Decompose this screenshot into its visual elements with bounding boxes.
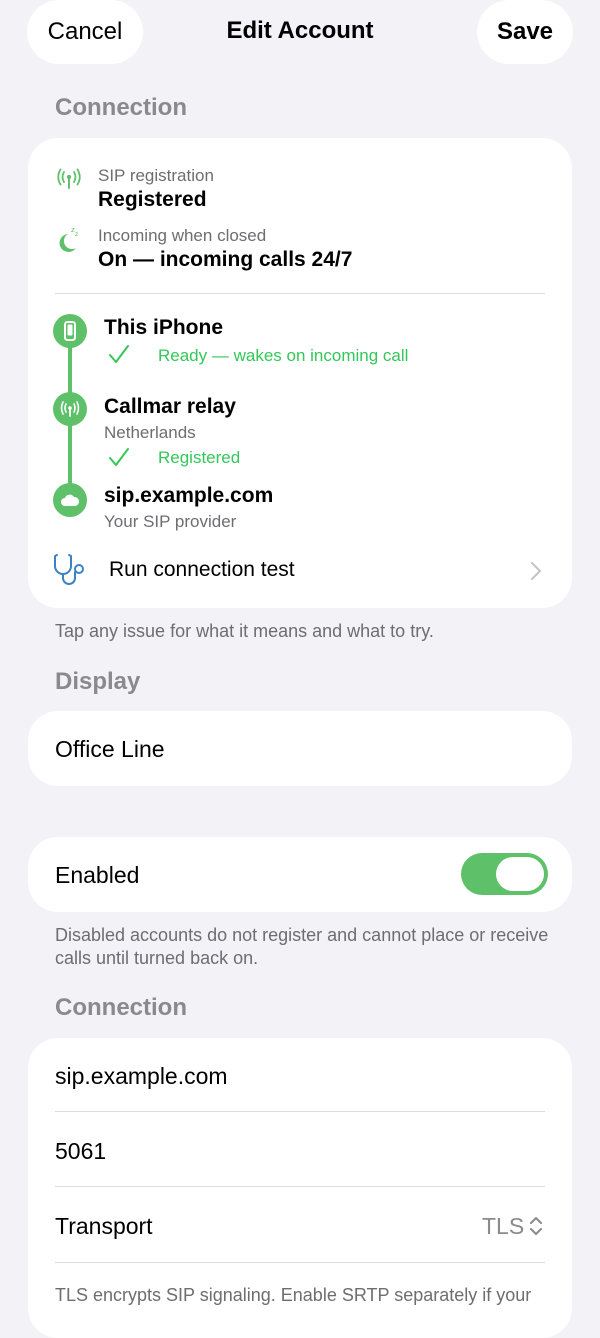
connection-status-card: SIP registration Registered z z Incoming… xyxy=(28,138,572,608)
toggle-knob xyxy=(496,857,544,891)
incoming-value: On — incoming calls 24/7 xyxy=(98,248,353,271)
path-step-title: This iPhone xyxy=(104,316,224,339)
moon-zzz-icon: z z xyxy=(56,224,82,254)
stethoscope-icon xyxy=(52,552,90,588)
chevron-updown-icon xyxy=(529,1215,543,1237)
save-button[interactable]: Save xyxy=(477,0,573,64)
path-step-status: Ready — wakes on incoming call xyxy=(158,346,409,365)
svg-text:z: z xyxy=(75,231,78,238)
enabled-label: Enabled xyxy=(55,862,140,888)
sip-registration-value: Registered xyxy=(98,188,207,211)
enabled-footnote: Disabled accounts do not register and ca… xyxy=(55,925,549,968)
divider xyxy=(55,293,545,294)
connection-status-footnote: Tap any issue for what it means and what… xyxy=(55,621,434,641)
section-header-display: Display xyxy=(55,668,141,695)
run-connection-test-label: Run connection test xyxy=(109,558,295,581)
enabled-toggle[interactable] xyxy=(461,853,548,895)
port-field[interactable]: 5061 xyxy=(28,1112,572,1186)
sip-registration-label: SIP registration xyxy=(98,166,214,185)
transport-label: Transport xyxy=(55,1213,153,1239)
path-step-subtitle: Your SIP provider xyxy=(104,512,237,531)
phone-icon xyxy=(53,314,87,348)
run-connection-test-row[interactable]: Run connection test xyxy=(28,542,572,598)
connection-settings-card: sip.example.com 5061 Transport TLS TLS e… xyxy=(28,1038,572,1338)
divider xyxy=(55,1262,545,1263)
enabled-row: Enabled xyxy=(28,837,572,912)
path-step-title: Callmar relay xyxy=(104,395,236,418)
antenna-icon xyxy=(56,166,82,192)
port-value: 5061 xyxy=(55,1138,107,1164)
path-step-subtitle: Netherlands xyxy=(104,423,196,442)
chevron-right-icon xyxy=(530,561,542,581)
checkmark-icon xyxy=(108,446,130,468)
path-step-status: Registered xyxy=(158,448,241,467)
path-step-title: sip.example.com xyxy=(104,484,274,507)
section-header-connection-status: Connection xyxy=(55,94,187,121)
display-name-field[interactable]: Office Line xyxy=(28,711,572,786)
incoming-label: Incoming when closed xyxy=(98,226,267,245)
antenna-icon xyxy=(53,392,87,426)
server-value: sip.example.com xyxy=(55,1063,228,1089)
transport-value: TLS xyxy=(482,1213,525,1239)
transport-footnote: TLS encrypts SIP signaling. Enable SRTP … xyxy=(55,1285,532,1305)
section-header-connection: Connection xyxy=(55,994,187,1021)
server-field[interactable]: sip.example.com xyxy=(28,1038,572,1111)
checkmark-icon xyxy=(108,343,130,365)
display-name-value: Office Line xyxy=(55,736,165,762)
transport-picker[interactable]: Transport TLS xyxy=(28,1187,572,1262)
cloud-icon xyxy=(53,483,87,517)
